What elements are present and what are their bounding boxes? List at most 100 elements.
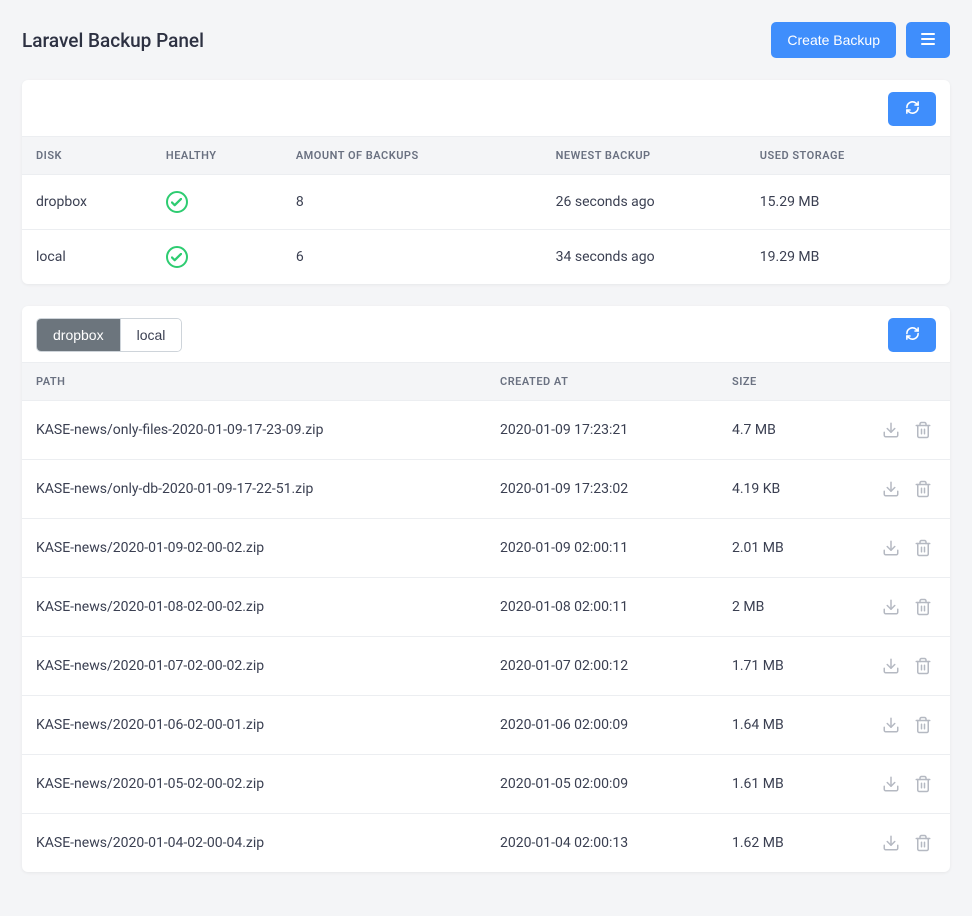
actions-cell — [857, 519, 950, 578]
path-cell: KASE-news/only-db-2020-01-09-17-22-51.zi… — [22, 460, 486, 519]
table-row: KASE-news/2020-01-04-02-00-04.zip2020-01… — [22, 814, 950, 873]
size-cell: 1.64 MB — [718, 696, 857, 755]
delete-button[interactable] — [910, 712, 936, 738]
download-icon — [882, 421, 900, 439]
path-cell: KASE-news/2020-01-05-02-00-02.zip — [22, 755, 486, 814]
create-backup-button[interactable]: Create Backup — [771, 22, 896, 58]
trash-icon — [914, 657, 932, 675]
download-button[interactable] — [878, 417, 904, 443]
disks-header-newest: Newest backup — [542, 137, 746, 175]
download-button[interactable] — [878, 712, 904, 738]
table-row: KASE-news/2020-01-09-02-00-02.zip2020-01… — [22, 519, 950, 578]
amount-cell: 8 — [282, 175, 542, 230]
size-cell: 4.19 KB — [718, 460, 857, 519]
trash-icon — [914, 716, 932, 734]
download-button[interactable] — [878, 476, 904, 502]
created-cell: 2020-01-08 02:00:11 — [486, 578, 718, 637]
page-header: Laravel Backup Panel Create Backup — [22, 22, 950, 58]
menu-button[interactable] — [906, 22, 950, 58]
healthy-cell — [152, 230, 282, 285]
backups-header-path: Path — [22, 363, 486, 401]
trash-icon — [914, 834, 932, 852]
backups-card-header: dropboxlocal — [22, 306, 950, 362]
table-row: KASE-news/2020-01-06-02-00-01.zip2020-01… — [22, 696, 950, 755]
header-actions: Create Backup — [771, 22, 950, 58]
download-icon — [882, 539, 900, 557]
disks-header-healthy: Healthy — [152, 137, 282, 175]
table-row: KASE-news/2020-01-05-02-00-02.zip2020-01… — [22, 755, 950, 814]
delete-button[interactable] — [910, 417, 936, 443]
disk-cell: local — [22, 230, 152, 285]
table-row: KASE-news/2020-01-07-02-00-02.zip2020-01… — [22, 637, 950, 696]
tab-local[interactable]: local — [120, 319, 182, 351]
used-cell: 19.29 MB — [746, 230, 950, 285]
delete-button[interactable] — [910, 476, 936, 502]
actions-cell — [857, 401, 950, 460]
actions-cell — [857, 696, 950, 755]
download-button[interactable] — [878, 830, 904, 856]
path-cell: KASE-news/2020-01-06-02-00-01.zip — [22, 696, 486, 755]
delete-button[interactable] — [910, 535, 936, 561]
table-row: dropbox 826 seconds ago15.29 MB — [22, 175, 950, 230]
refresh-icon — [905, 100, 920, 118]
delete-button[interactable] — [910, 653, 936, 679]
used-cell: 15.29 MB — [746, 175, 950, 230]
size-cell: 1.61 MB — [718, 755, 857, 814]
actions-cell — [857, 755, 950, 814]
table-row: KASE-news/2020-01-08-02-00-02.zip2020-01… — [22, 578, 950, 637]
path-cell: KASE-news/2020-01-09-02-00-02.zip — [22, 519, 486, 578]
actions-cell — [857, 578, 950, 637]
disk-cell: dropbox — [22, 175, 152, 230]
disks-header-amount: Amount of backups — [282, 137, 542, 175]
newest-cell: 26 seconds ago — [542, 175, 746, 230]
download-button[interactable] — [878, 594, 904, 620]
path-cell: KASE-news/2020-01-04-02-00-04.zip — [22, 814, 486, 873]
trash-icon — [914, 775, 932, 793]
created-cell: 2020-01-09 02:00:11 — [486, 519, 718, 578]
menu-icon — [920, 32, 936, 48]
download-button[interactable] — [878, 653, 904, 679]
size-cell: 1.71 MB — [718, 637, 857, 696]
actions-cell — [857, 814, 950, 873]
created-cell: 2020-01-09 17:23:02 — [486, 460, 718, 519]
download-button[interactable] — [878, 535, 904, 561]
backups-header-created: Created At — [486, 363, 718, 401]
size-cell: 2.01 MB — [718, 519, 857, 578]
refresh-icon — [905, 326, 920, 344]
refresh-disks-button[interactable] — [888, 92, 936, 126]
disks-card-header — [22, 80, 950, 136]
download-icon — [882, 598, 900, 616]
path-cell: KASE-news/2020-01-08-02-00-02.zip — [22, 578, 486, 637]
delete-button[interactable] — [910, 594, 936, 620]
path-cell: KASE-news/2020-01-07-02-00-02.zip — [22, 637, 486, 696]
trash-icon — [914, 539, 932, 557]
disk-tabs: dropboxlocal — [36, 318, 182, 352]
delete-button[interactable] — [910, 830, 936, 856]
trash-icon — [914, 598, 932, 616]
refresh-backups-button[interactable] — [888, 318, 936, 352]
disks-table: Disk Healthy Amount of backups Newest ba… — [22, 136, 950, 284]
disks-header-used: Used storage — [746, 137, 950, 175]
amount-cell: 6 — [282, 230, 542, 285]
table-row: KASE-news/only-files-2020-01-09-17-23-09… — [22, 401, 950, 460]
delete-button[interactable] — [910, 771, 936, 797]
size-cell: 2 MB — [718, 578, 857, 637]
backups-card: dropboxlocal Path Created At Size KASE-n… — [22, 306, 950, 872]
download-icon — [882, 716, 900, 734]
created-cell: 2020-01-07 02:00:12 — [486, 637, 718, 696]
download-button[interactable] — [878, 771, 904, 797]
created-cell: 2020-01-04 02:00:13 — [486, 814, 718, 873]
check-circle-icon — [166, 191, 188, 213]
created-cell: 2020-01-09 17:23:21 — [486, 401, 718, 460]
table-row: local634 seconds ago19.29 MB — [22, 230, 950, 285]
backups-header-actions — [857, 363, 950, 401]
healthy-cell — [152, 175, 282, 230]
created-cell: 2020-01-05 02:00:09 — [486, 755, 718, 814]
trash-icon — [914, 421, 932, 439]
tab-dropbox[interactable]: dropbox — [37, 319, 120, 351]
download-icon — [882, 834, 900, 852]
disks-header-disk: Disk — [22, 137, 152, 175]
created-cell: 2020-01-06 02:00:09 — [486, 696, 718, 755]
path-cell: KASE-news/only-files-2020-01-09-17-23-09… — [22, 401, 486, 460]
backups-table: Path Created At Size KASE-news/only-file… — [22, 362, 950, 872]
